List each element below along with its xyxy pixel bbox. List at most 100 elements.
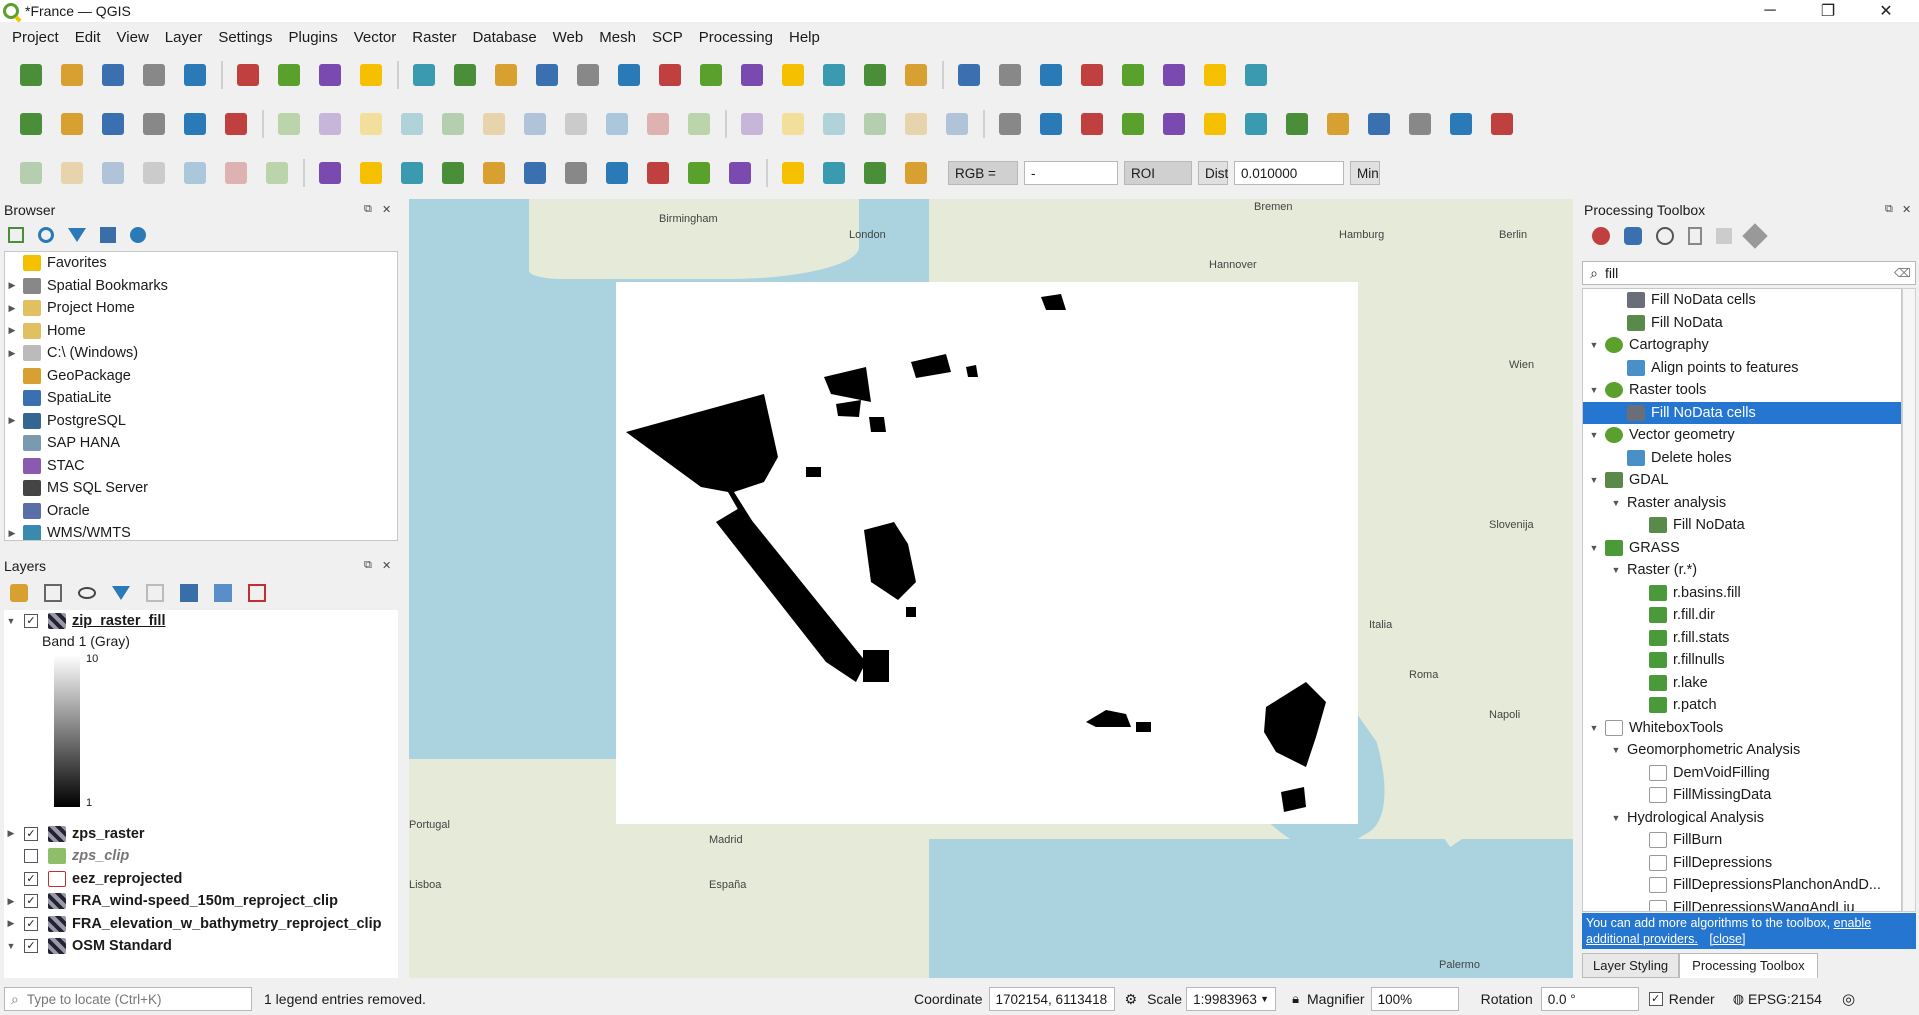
- redo-button[interactable]: [684, 109, 714, 139]
- menu-database[interactable]: Database: [464, 29, 544, 46]
- toolbox-item[interactable]: ▼ Cartography: [1583, 334, 1901, 357]
- copy-button[interactable]: [561, 109, 591, 139]
- expand-arrow-icon[interactable]: ▼: [4, 941, 18, 951]
- pan-to-selection-button[interactable]: [315, 60, 345, 90]
- expand-arrow-icon[interactable]: ▼: [1609, 813, 1623, 823]
- browser-item[interactable]: ▶ Project Home: [5, 297, 397, 320]
- menu-scp[interactable]: SCP: [644, 29, 691, 46]
- dist-field[interactable]: 0.010000: [1234, 161, 1344, 185]
- expand-arrow-icon[interactable]: ▼: [1587, 543, 1601, 553]
- map-canvas[interactable]: Birmingham London Bremen Hamburg Hannover Ber…: [409, 199, 1573, 978]
- select-feature-button[interactable]: [356, 158, 386, 188]
- edit-features-icon[interactable]: [1716, 228, 1732, 244]
- models-icon[interactable]: [1592, 227, 1610, 245]
- expand-arrow-icon[interactable]: ▼: [4, 616, 18, 626]
- zoom-out-button[interactable]: [409, 60, 439, 90]
- zoom-full-button[interactable]: [450, 60, 480, 90]
- expand-arrow-icon[interactable]: ▶: [5, 303, 19, 314]
- node-button[interactable]: [438, 158, 468, 188]
- rotate-button[interactable]: [262, 158, 292, 188]
- current-edits-button[interactable]: [274, 109, 304, 139]
- split-button[interactable]: [98, 158, 128, 188]
- wms-button[interactable]: [1282, 109, 1312, 139]
- scp-band-button[interactable]: [860, 158, 890, 188]
- layer-item[interactable]: ▶ ✓ FRA_elevation_w_bathymetry_reproject_c…: [4, 913, 398, 936]
- data-source-manager-button[interactable]: [16, 109, 46, 139]
- restore-icon[interactable]: ❐: [1800, 0, 1856, 22]
- close-panel-icon[interactable]: ✕: [382, 203, 391, 216]
- browser-item[interactable]: ▶ PostgreSQL: [5, 410, 397, 433]
- layer-visibility-checkbox[interactable]: ✓: [24, 939, 38, 954]
- expand-arrow-icon[interactable]: ▶: [4, 896, 18, 907]
- map-tips-button[interactable]: [1200, 60, 1230, 90]
- float-panel-icon[interactable]: ⧉: [364, 203, 372, 216]
- globe-button[interactable]: [1323, 109, 1353, 139]
- menu-help[interactable]: Help: [781, 29, 828, 46]
- toolbox-item[interactable]: ▼ GRASS: [1583, 537, 1901, 560]
- attribute-table-button[interactable]: [1118, 60, 1148, 90]
- toolbox-scrollbar[interactable]: [1902, 288, 1916, 912]
- browser-item[interactable]: MS SQL Server: [5, 477, 397, 500]
- info-icon[interactable]: [130, 227, 146, 243]
- layer-visibility-checkbox[interactable]: ✓: [24, 894, 38, 909]
- expand-arrow-icon[interactable]: ▼: [1587, 340, 1601, 350]
- label-button-7[interactable]: [995, 109, 1025, 139]
- toolbox-search-input[interactable]: fill: [1605, 265, 1618, 281]
- scp-pointer-button[interactable]: [778, 158, 808, 188]
- save-edits-button[interactable]: [356, 109, 386, 139]
- new-geopackage-button[interactable]: [57, 109, 87, 139]
- browser-item[interactable]: ▶ C:\ (Windows): [5, 342, 397, 365]
- render-checkbox[interactable]: ✓: [1648, 992, 1663, 1006]
- offset-button[interactable]: [221, 158, 251, 188]
- search-plugin-button[interactable]: [1446, 109, 1476, 139]
- expand-arrow-icon[interactable]: ▼: [1609, 498, 1623, 508]
- add-group-icon[interactable]: [44, 584, 62, 602]
- minimize-icon[interactable]: ─: [1742, 0, 1798, 22]
- zoom-native-button[interactable]: [573, 60, 603, 90]
- toolbox-item[interactable]: Fill NoData: [1583, 312, 1901, 335]
- plugin-button[interactable]: [1364, 109, 1394, 139]
- collapse-all-icon[interactable]: [214, 584, 232, 602]
- menu-settings[interactable]: Settings: [210, 29, 280, 46]
- magnifier-field[interactable]: 100%: [1370, 987, 1459, 1011]
- toolbox-item[interactable]: Align points to features: [1583, 357, 1901, 380]
- toolbox-item[interactable]: ▼ Raster tools: [1583, 379, 1901, 402]
- float-panel-icon[interactable]: ⧉: [364, 559, 372, 572]
- layer-visibility-checkbox[interactable]: ✓: [24, 826, 38, 841]
- toolbox-item[interactable]: r.fillnulls: [1583, 649, 1901, 672]
- scp-rgb-button[interactable]: [819, 158, 849, 188]
- label-button-11[interactable]: [1159, 109, 1189, 139]
- identify-plugin-button[interactable]: [1200, 109, 1230, 139]
- roi-button[interactable]: ROI: [1124, 161, 1192, 185]
- rgb-select[interactable]: -: [1024, 161, 1118, 185]
- toolbox-item[interactable]: ▼ Vector geometry: [1583, 424, 1901, 447]
- style-manager-icon[interactable]: [10, 584, 28, 602]
- layer-item[interactable]: ▼ ✓ OSM Standard: [4, 935, 398, 958]
- save-project-button[interactable]: [98, 60, 128, 90]
- toolbox-item[interactable]: FillBurn: [1583, 829, 1901, 852]
- browser-item[interactable]: SAP HANA: [5, 432, 397, 455]
- menu-web[interactable]: Web: [545, 29, 592, 46]
- toolbox-item[interactable]: FillDepressionsWangAndLiu: [1583, 897, 1901, 911]
- new-3d-view-button[interactable]: [737, 60, 767, 90]
- expand-arrow-icon[interactable]: ▶: [5, 280, 19, 291]
- toolbox-item[interactable]: r.patch: [1583, 694, 1901, 717]
- python-icon[interactable]: [1624, 227, 1642, 245]
- new-shapefile-button[interactable]: [98, 109, 128, 139]
- results-icon[interactable]: [1688, 227, 1702, 245]
- statistics-button[interactable]: [1077, 60, 1107, 90]
- label-tool-button[interactable]: [315, 158, 345, 188]
- menu-layer[interactable]: Layer: [157, 29, 211, 46]
- pan-button[interactable]: [274, 60, 304, 90]
- options-icon[interactable]: [1742, 223, 1768, 249]
- expand-arrow-icon[interactable]: ▼: [1587, 385, 1601, 395]
- paste-button[interactable]: [602, 109, 632, 139]
- crs-button[interactable]: EPSG:2154: [1748, 991, 1822, 1007]
- browser-item[interactable]: Favorites: [5, 252, 397, 275]
- expand-arrow-icon[interactable]: ▼: [1587, 723, 1601, 733]
- toolbox-item[interactable]: r.fill.stats: [1583, 627, 1901, 650]
- toolbox-item[interactable]: FillDepressions: [1583, 852, 1901, 875]
- label-button-1[interactable]: [737, 109, 767, 139]
- layer-visibility-checkbox[interactable]: ✓: [24, 916, 38, 931]
- toolbox-item[interactable]: ▼ Hydrological Analysis: [1583, 807, 1901, 830]
